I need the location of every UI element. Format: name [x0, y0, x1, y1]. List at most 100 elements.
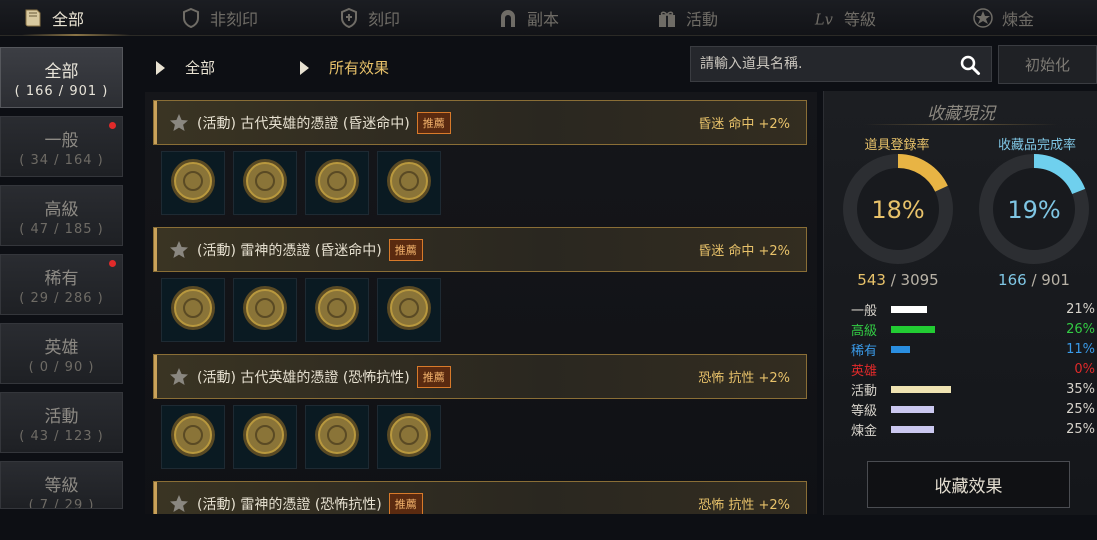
entry-header[interactable]: (活動) 古代英雄的憑證 (恐怖抗性) 推薦 恐怖 抗性 +2%: [153, 354, 807, 399]
recommend-badge: 推薦: [416, 111, 451, 134]
category-advanced[interactable]: 高級 ( 47 / 185 ): [0, 185, 123, 246]
registration-rate-gauge: 18%: [840, 151, 956, 267]
item-slot[interactable]: [161, 278, 225, 342]
entry-effect: 昏迷 命中 +2%: [698, 244, 790, 259]
tab-dungeon[interactable]: 副本: [497, 0, 559, 36]
category-normal[interactable]: 一般 ( 34 / 164 ): [0, 116, 123, 177]
collection-entry: (活動) 雷神的憑證 (恐怖抗性) 推薦 恐怖 抗性 +2%: [153, 481, 807, 514]
triangle-right-icon: [156, 60, 165, 75]
tab-engraved[interactable]: 刻印: [338, 0, 400, 36]
reset-button[interactable]: 初始化: [998, 45, 1097, 84]
entry-header[interactable]: (活動) 古代英雄的憑證 (昏迷命中) 推薦 昏迷 命中 +2%: [153, 100, 807, 145]
item-slots: [161, 151, 807, 215]
book-icon: [22, 7, 44, 29]
category-name: 稀有: [44, 268, 79, 289]
entry-title: (活動) 古代英雄的憑證 (恐怖抗性): [197, 369, 410, 386]
effect-filter[interactable]: 所有效果: [300, 57, 389, 78]
search-input[interactable]: [700, 56, 950, 72]
item-slot[interactable]: [161, 405, 225, 469]
star-icon[interactable]: [169, 113, 189, 133]
tab-non-engraved[interactable]: 非刻印: [180, 0, 258, 36]
tab-label: 非刻印: [210, 10, 259, 29]
category-rare[interactable]: 稀有 ( 29 / 286 ): [0, 254, 123, 315]
count-total: 3095: [900, 271, 939, 289]
category-name: 英雄: [44, 337, 79, 358]
category-name: 等級: [44, 476, 79, 496]
effect-filter-label: 所有效果: [329, 59, 390, 77]
gauge-count: 543 / 3095: [840, 271, 956, 289]
category-count: ( 166 / 901 ): [14, 83, 109, 99]
star-icon[interactable]: [169, 494, 189, 514]
coin-icon: [384, 156, 434, 210]
category-level[interactable]: 等級 ( 7 / 29 ): [0, 461, 123, 509]
tab-alchemy[interactable]: 煉金: [972, 0, 1034, 36]
item-slot[interactable]: [233, 405, 297, 469]
item-slot[interactable]: [305, 278, 369, 342]
category-filter[interactable]: 全部: [156, 57, 215, 78]
entry-header[interactable]: (活動) 雷神的憑證 (昏迷命中) 推薦 昏迷 命中 +2%: [153, 227, 807, 272]
entry-header[interactable]: (活動) 雷神的憑證 (恐怖抗性) 推薦 恐怖 抗性 +2%: [153, 481, 807, 514]
search-icon[interactable]: [959, 54, 981, 80]
collection-list: (活動) 古代英雄的憑證 (昏迷命中) 推薦 昏迷 命中 +2% (活動) 雷神…: [145, 92, 817, 514]
category-name: 一般: [44, 130, 79, 151]
gauge-percent: 18%: [871, 196, 924, 224]
category-list: 全部 ( 166 / 901 ) 一般 ( 34 / 164 ) 高級 ( 47…: [0, 47, 125, 517]
item-slot[interactable]: [377, 405, 441, 469]
item-slots: [161, 405, 807, 469]
tab-label: 副本: [527, 10, 560, 29]
collection-effect-button[interactable]: 收藏效果: [867, 461, 1070, 508]
category-filter-label: 全部: [185, 59, 216, 77]
category-count: ( 0 / 90 ): [28, 359, 95, 375]
item-slot[interactable]: [233, 151, 297, 215]
entry-effect: 昏迷 命中 +2%: [698, 117, 790, 132]
stat-percent: 25%: [1066, 401, 1095, 417]
completion-rate-gauge: 19%: [976, 151, 1092, 267]
item-slot[interactable]: [305, 151, 369, 215]
collection-status-panel: 收藏現況 道具登錄率 18% 543 / 3095 收藏品完成率 19% 166…: [823, 91, 1097, 515]
top-tab-bar: 全部 非刻印 刻印 副本 活動 Lv 等級 煉金: [0, 0, 1097, 36]
gauge-percent: 19%: [1007, 196, 1060, 224]
svg-text:Lv: Lv: [814, 11, 834, 28]
entry-title: (活動) 古代英雄的憑證 (昏迷命中): [197, 115, 410, 132]
stat-percent: 0%: [1074, 361, 1095, 377]
coin-icon: [240, 410, 290, 464]
coin-icon: [384, 410, 434, 464]
shield-engrave-icon: [338, 7, 360, 29]
star-icon[interactable]: [169, 367, 189, 387]
stat-bar: [891, 405, 934, 413]
category-name: 全部: [44, 61, 79, 82]
category-event[interactable]: 活動 ( 43 / 123 ): [0, 392, 123, 453]
tab-all[interactable]: 全部: [22, 0, 130, 36]
count-current: 543: [857, 271, 886, 289]
entry-effect: 恐怖 抗性 +2%: [698, 371, 790, 386]
tab-level[interactable]: Lv 等級: [814, 0, 876, 36]
coin-icon: [312, 283, 362, 337]
item-slot[interactable]: [377, 151, 441, 215]
item-slot[interactable]: [161, 151, 225, 215]
stat-label: 煉金: [851, 423, 878, 439]
stat-label: 高級: [851, 323, 878, 339]
category-all[interactable]: 全部 ( 166 / 901 ): [0, 47, 123, 108]
stat-label: 英雄: [851, 363, 878, 379]
tab-event[interactable]: 活動: [656, 0, 718, 36]
item-slot[interactable]: [377, 278, 441, 342]
star-icon[interactable]: [169, 240, 189, 260]
coin-icon: [240, 156, 290, 210]
entry-title: (活動) 雷神的憑證 (昏迷命中): [197, 242, 382, 259]
category-count: ( 47 / 185 ): [19, 221, 104, 237]
stat-bar: [891, 425, 934, 433]
stat-row: 活動 35%: [851, 379, 1095, 399]
category-name: 活動: [44, 406, 79, 427]
stat-row: 等級 25%: [851, 399, 1095, 419]
stat-label: 一般: [851, 303, 878, 319]
tab-label: 全部: [52, 10, 85, 29]
coin-icon: [312, 156, 362, 210]
coin-icon: [168, 283, 218, 337]
item-slot[interactable]: [233, 278, 297, 342]
category-hero[interactable]: 英雄 ( 0 / 90 ): [0, 323, 123, 384]
coin-icon: [312, 410, 362, 464]
stat-label: 等級: [851, 403, 878, 419]
item-slot[interactable]: [305, 405, 369, 469]
category-count: ( 34 / 164 ): [19, 152, 104, 168]
level-icon: Lv: [814, 7, 836, 29]
